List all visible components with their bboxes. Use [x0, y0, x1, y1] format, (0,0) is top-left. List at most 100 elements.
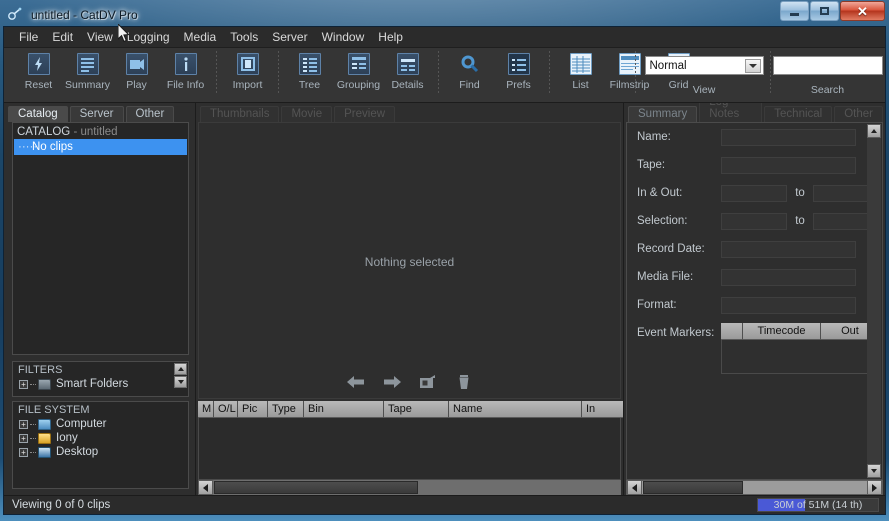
metadata-scroll-down-button[interactable] [867, 464, 881, 478]
event-markers-table: Timecode Out [721, 323, 880, 374]
toolbar-label-list: List [572, 79, 589, 91]
metadata-hscroll-left-button[interactable] [627, 480, 642, 495]
toolbar-separator-5 [635, 51, 636, 95]
chevron-down-icon[interactable] [744, 59, 761, 73]
delete-icon[interactable] [455, 374, 473, 390]
media-file-field[interactable] [721, 268, 856, 286]
toolbar-button-list[interactable]: List [556, 48, 605, 100]
metadata-row-tape: Tape: [627, 151, 882, 179]
toolbar-button-tree[interactable]: Tree [285, 48, 334, 100]
tab-technical[interactable]: Technical [764, 106, 833, 122]
menu-file[interactable]: File [12, 28, 45, 46]
fs-item-computer[interactable]: + Computer [13, 417, 188, 431]
metadata-row-record-date: Record Date: [627, 235, 882, 263]
expander-plus-icon[interactable]: + [19, 379, 28, 389]
toolbar-button-file-info[interactable]: File Info [161, 48, 210, 100]
toolbar-button-summary[interactable]: Summary [63, 48, 112, 100]
metadata-label-name: Name: [637, 131, 671, 143]
menu-logging[interactable]: Logging [120, 28, 177, 46]
tab-other[interactable]: Other [125, 106, 175, 122]
maximize-button[interactable] [810, 1, 839, 21]
tab-preview[interactable]: Preview [334, 106, 396, 122]
menu-server[interactable]: Server [265, 28, 314, 46]
toolbar-group-clip: Reset Summary Play File Info [14, 48, 210, 102]
filters-item-smart-folders[interactable]: + Smart Folders [13, 377, 188, 391]
scroll-up-button[interactable] [174, 363, 187, 375]
menu-window[interactable]: Window [315, 28, 372, 46]
close-button[interactable]: ✕ [840, 1, 885, 21]
toolbar-button-play[interactable]: Play [112, 48, 161, 100]
menu-edit[interactable]: Edit [45, 28, 80, 46]
metadata-hscroll-right-button[interactable] [867, 480, 882, 495]
column-header-pic[interactable]: Pic [238, 401, 268, 418]
toolbar-button-grouping[interactable]: Grouping [334, 48, 383, 100]
menu-view[interactable]: View [80, 28, 120, 46]
fs-item-iony[interactable]: + Iony [13, 431, 188, 445]
metadata-hscrollbar[interactable] [626, 480, 883, 495]
column-header-ol[interactable]: O/L [214, 401, 238, 418]
tab-thumbnails[interactable]: Thumbnails [200, 106, 280, 122]
name-field[interactable] [721, 128, 856, 146]
hscroll-thumb[interactable] [214, 481, 418, 494]
clip-table-body[interactable] [198, 418, 621, 480]
catalog-item-no-clips[interactable]: No clips [14, 139, 187, 155]
toolbar-button-find[interactable]: Find [445, 48, 494, 100]
toolbar-button-reset[interactable]: Reset [14, 48, 63, 100]
format-field[interactable] [721, 296, 856, 314]
title-bar: untitled - CatDV Pro ✕ [0, 0, 889, 26]
menu-tools[interactable]: Tools [223, 28, 265, 46]
catalog-root-name: - untitled [73, 126, 118, 138]
column-header-bin[interactable]: Bin [304, 401, 384, 418]
event-markers-body[interactable] [721, 340, 880, 374]
metadata-hscroll-thumb[interactable] [643, 481, 743, 494]
next-icon[interactable] [383, 374, 401, 390]
metadata-label-in-out: In & Out: [637, 187, 683, 199]
close-icon: ✕ [857, 3, 868, 19]
ev-column-header-timecode[interactable]: Timecode [743, 323, 821, 340]
expander-plus-icon[interactable]: + [19, 419, 28, 429]
toolbar-button-import[interactable]: Import [223, 48, 272, 100]
menu-media[interactable]: Media [177, 28, 224, 46]
media-viewer[interactable]: Nothing selected [198, 122, 621, 399]
tab-server[interactable]: Server [69, 106, 124, 122]
tree-connector [30, 383, 36, 385]
catalog-tree[interactable]: CATALOG - untitled No clips [12, 122, 189, 355]
selection-start-field[interactable] [721, 212, 787, 230]
clip-table-hscrollbar[interactable] [198, 480, 621, 495]
record-date-field[interactable] [721, 240, 856, 258]
search-input[interactable] [772, 56, 883, 75]
viewer-toolbar [199, 374, 620, 390]
column-header-tape[interactable]: Tape [384, 401, 449, 418]
toolbar-button-details[interactable]: Details [383, 48, 432, 100]
in-field[interactable] [721, 184, 787, 202]
column-header-type[interactable]: Type [268, 401, 304, 418]
previous-icon[interactable] [346, 374, 365, 390]
tab-movie[interactable]: Movie [281, 106, 333, 122]
filters-scrollbar[interactable] [174, 363, 187, 389]
list-icon [569, 53, 592, 75]
metadata-vscrollbar[interactable] [867, 124, 881, 478]
minimize-button[interactable] [780, 1, 809, 21]
snapshot-icon[interactable] [419, 374, 437, 390]
expander-plus-icon[interactable]: + [19, 447, 28, 457]
tab-other-meta[interactable]: Other [834, 106, 883, 122]
memory-gauge[interactable]: 30M of 51M (14 th) [757, 498, 879, 512]
column-header-m[interactable]: M [198, 401, 214, 418]
fs-item-desktop[interactable]: + Desktop [13, 445, 188, 459]
expander-plus-icon[interactable]: + [19, 433, 28, 443]
tab-summary[interactable]: Summary [628, 106, 698, 122]
column-header-name[interactable]: Name [449, 401, 582, 418]
ev-column-header-blank[interactable] [721, 323, 743, 340]
hscroll-left-button[interactable] [198, 480, 213, 495]
toolbar-button-prefs[interactable]: Prefs [494, 48, 543, 100]
scroll-down-button[interactable] [174, 376, 187, 388]
metadata-scroll-up-button[interactable] [867, 124, 881, 138]
filters-section: FILTERS + Smart Folders [12, 361, 189, 397]
left-panel: Catalog Server Other CATALOG - untitled … [4, 103, 196, 495]
view-mode-select[interactable]: Normal [644, 56, 764, 75]
menu-help[interactable]: Help [371, 28, 410, 46]
tab-catalog[interactable]: Catalog [8, 106, 68, 122]
tape-field[interactable] [721, 156, 856, 174]
view-group-label: View [692, 84, 716, 96]
toolbar-label-play: Play [126, 79, 147, 91]
